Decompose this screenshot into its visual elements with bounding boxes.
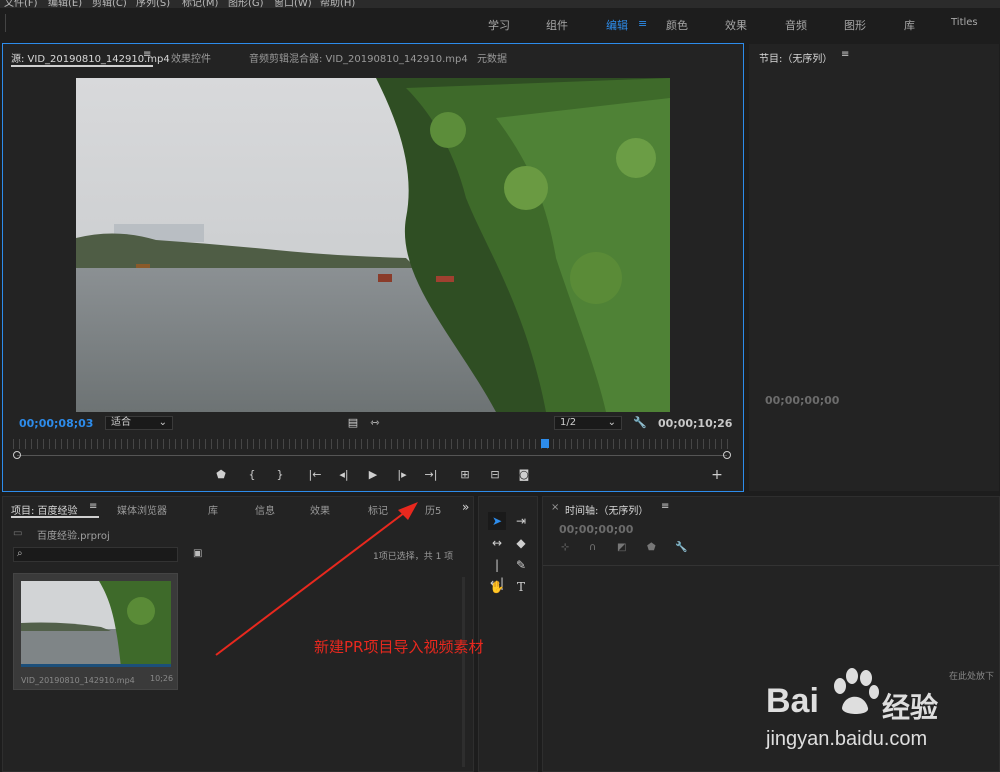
annotation-arrow [215,502,418,656]
watermark-logo-2: 经验 [882,691,939,724]
baidu-watermark: Bai 经验 jingyan.baidu.com [766,664,998,772]
watermark-url: jingyan.baidu.com [766,728,928,750]
annotation-text: 新建PR项目导入视频素材 [314,638,484,656]
watermark-logo: Bai [766,682,819,720]
paw-icon [834,668,879,714]
